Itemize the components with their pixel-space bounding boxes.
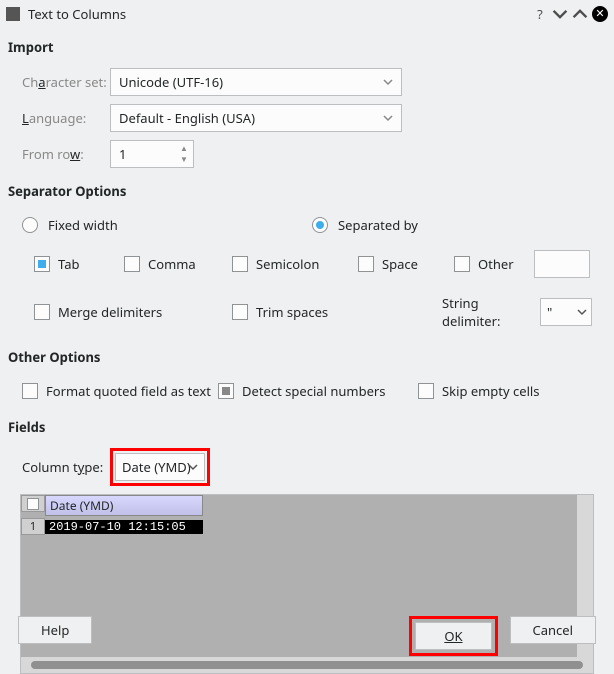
- preview-row-number: 1: [21, 518, 45, 535]
- chevron-down-icon: [383, 73, 393, 91]
- spinner-up-icon[interactable]: ▲: [177, 143, 191, 154]
- ok-button[interactable]: OK: [415, 622, 491, 650]
- semicolon-checkbox[interactable]: Semicolon: [232, 255, 358, 273]
- space-checkbox[interactable]: Space: [358, 255, 454, 273]
- skip-empty-checkbox[interactable]: Skip empty cells: [418, 382, 540, 400]
- other-section-title: Other Options: [0, 338, 614, 374]
- chevron-down-icon: [383, 109, 393, 127]
- language-label: Language:: [22, 109, 110, 127]
- trim-spaces-checkbox[interactable]: Trim spaces: [232, 303, 442, 321]
- horizontal-scrollbar[interactable]: [21, 657, 593, 673]
- maximize-button[interactable]: [572, 6, 588, 22]
- cancel-button[interactable]: Cancel: [510, 616, 596, 644]
- fields-section-title: Fields: [0, 408, 614, 444]
- preview-column-header[interactable]: Date (YMD): [45, 495, 203, 516]
- column-type-select[interactable]: Date (YMD): [115, 453, 205, 481]
- string-delimiter-label: String delimiter:: [442, 294, 540, 330]
- preview-cell: 2019-07-10 12:15:05: [45, 520, 203, 534]
- separator-section-title: Separator Options: [0, 172, 614, 208]
- fromrow-label: From row:: [22, 145, 110, 163]
- language-select[interactable]: Default - English (USA): [110, 104, 402, 132]
- comma-checkbox[interactable]: Comma: [124, 255, 232, 273]
- close-button[interactable]: ✕: [592, 6, 608, 22]
- preview-select-all[interactable]: [21, 495, 45, 512]
- chevron-down-icon: [188, 458, 198, 476]
- other-input[interactable]: [534, 250, 590, 278]
- import-section-title: Import: [0, 28, 614, 64]
- string-delimiter-select[interactable]: ": [540, 298, 592, 326]
- fromrow-spinner[interactable]: 1 ▲ ▼: [110, 140, 194, 168]
- merge-delimiters-checkbox[interactable]: Merge delimiters: [34, 303, 232, 321]
- chevron-down-icon: [577, 303, 587, 321]
- tab-checkbox[interactable]: Tab: [34, 255, 124, 273]
- other-checkbox[interactable]: Other: [454, 255, 534, 273]
- charset-label: Character set:: [22, 73, 110, 91]
- detect-numbers-checkbox[interactable]: Detect special numbers: [218, 382, 418, 400]
- charset-select[interactable]: Unicode (UTF-16): [110, 68, 402, 96]
- format-quoted-checkbox[interactable]: Format quoted field as text: [22, 382, 218, 400]
- help-titlebar-button[interactable]: ?: [532, 6, 548, 22]
- minimize-button[interactable]: [552, 6, 568, 22]
- separated-by-radio[interactable]: Separated by: [312, 216, 602, 234]
- column-type-label: Column type:: [22, 458, 110, 476]
- window-title: Text to Columns: [28, 5, 528, 23]
- help-button[interactable]: Help: [18, 616, 92, 644]
- fixed-width-radio[interactable]: Fixed width: [22, 216, 312, 234]
- app-icon: [6, 7, 20, 21]
- spinner-down-icon[interactable]: ▼: [177, 154, 191, 165]
